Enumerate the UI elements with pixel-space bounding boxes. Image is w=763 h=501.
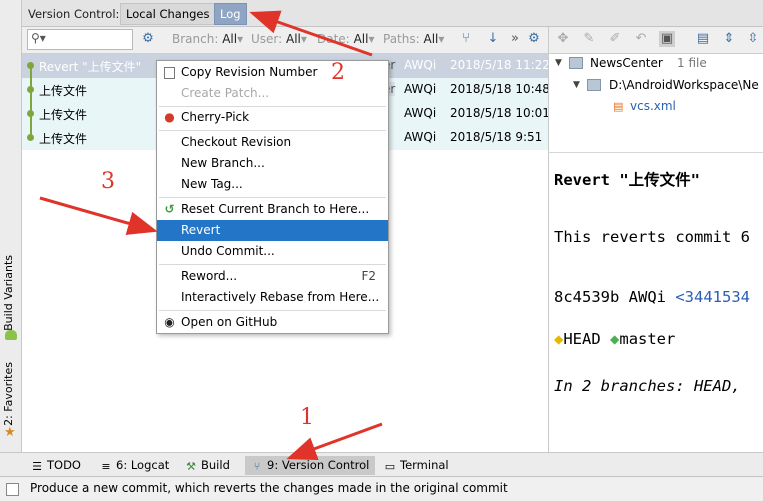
annotation-number-3: 3 <box>101 169 115 194</box>
annotation-number-1: 1 <box>300 405 314 430</box>
annotation-arrows <box>39 10 383 461</box>
annotation-arrow-3 <box>39 196 158 235</box>
annotation-arrow-2 <box>249 10 373 57</box>
annotation-number-2: 2 <box>331 60 345 85</box>
